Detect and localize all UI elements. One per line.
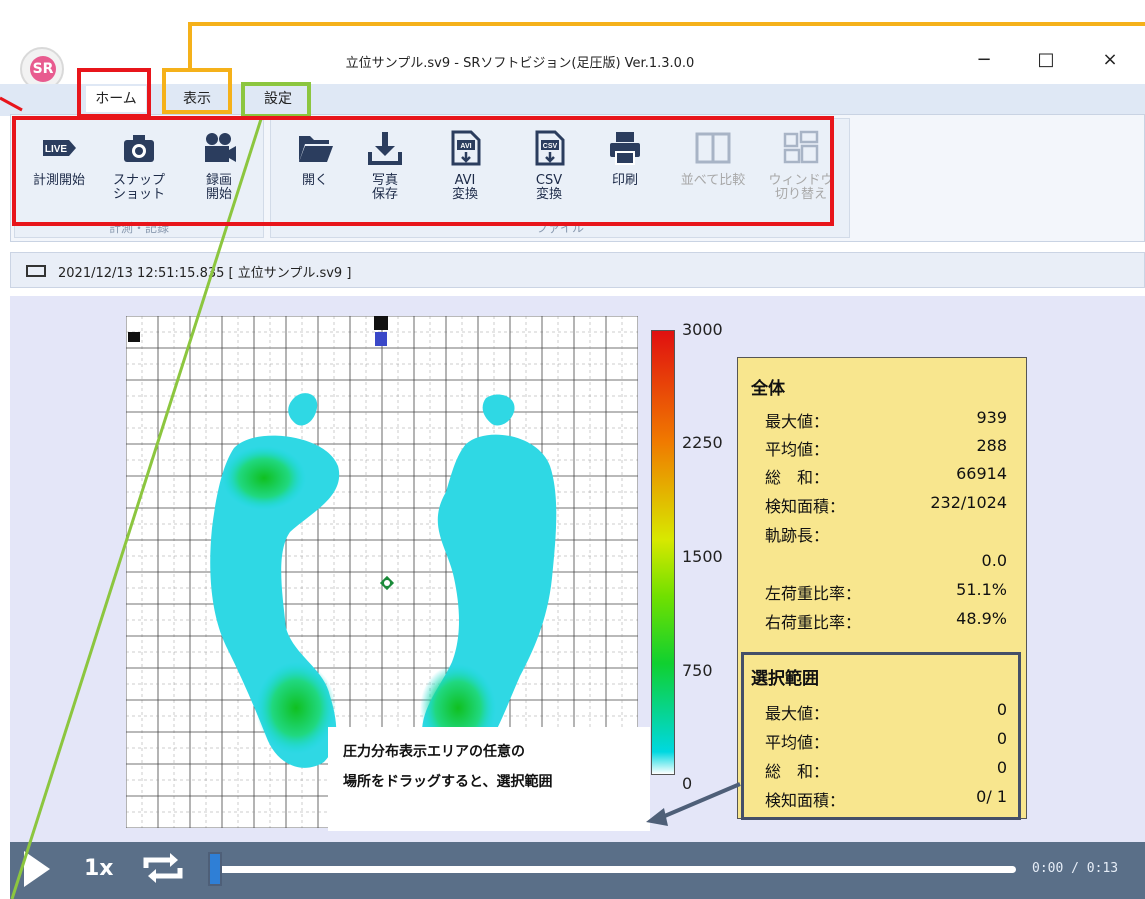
colorbar-750-label: 750 (682, 661, 713, 680)
close-button[interactable]: × (1090, 46, 1130, 74)
overall-avg-value: 288 (976, 436, 1007, 455)
left-heel-hotspot (256, 662, 336, 754)
callout-line-1: 圧力分布表示エリアの任意の (343, 744, 525, 760)
record-label: 録画 開始 (205, 173, 232, 202)
print-button[interactable]: 印刷 (590, 124, 660, 214)
overall-sum-label: 総 和： (765, 468, 830, 487)
window-switch-icon (781, 128, 821, 168)
overall-avg-label: 平均値： (765, 440, 830, 459)
playback-time: 0:00 / 0:13 (1032, 861, 1119, 876)
selection-area-label: 検知面積： (765, 791, 846, 810)
avi-file-icon: AVI (445, 128, 485, 168)
svg-text:CSV: CSV (543, 143, 558, 150)
overall-max-value: 939 (976, 408, 1007, 427)
save-photo-label: 写真 保存 (371, 173, 398, 202)
left-forefoot-hotspot (222, 446, 306, 510)
left-foot-contour (288, 393, 318, 426)
overall-area-label: 検知面積： (765, 497, 846, 516)
trajectory-value: 0.0 (981, 551, 1007, 570)
row-marker (128, 332, 140, 342)
left-load-label: 左荷重比率： (765, 584, 862, 603)
compare-button[interactable]: 並べて比較 (670, 124, 756, 214)
ribbon-group-record-label: 計測・記録 (108, 221, 169, 235)
speed-button[interactable]: 1x (84, 856, 114, 881)
csv-convert-label: CSV 変換 (535, 173, 563, 202)
maximize-button[interactable]: □ (1026, 46, 1066, 74)
selection-header: 選択範囲 (751, 669, 819, 689)
selection-avg-value: 0 (996, 729, 1007, 748)
avi-convert-label: AVI 変換 (451, 173, 478, 202)
left-load-value: 51.1% (956, 580, 1007, 599)
snapshot-label: スナップ ショット (112, 173, 165, 202)
start-measure-button[interactable]: LIVE 計測開始 (24, 124, 94, 214)
folder-icon (295, 128, 335, 168)
colorbar-min-label: 0 (682, 774, 693, 793)
loop-icon[interactable] (140, 848, 186, 892)
seek-thumb[interactable] (208, 852, 222, 886)
start-measure-label: 計測開始 (32, 173, 85, 188)
seek-track[interactable] (218, 866, 1016, 873)
csv-file-icon: CSV (529, 128, 569, 168)
open-button[interactable]: 開く (280, 124, 350, 214)
save-photo-button[interactable]: 写真 保存 (350, 124, 420, 214)
overall-area-value: 232/1024 (930, 493, 1007, 512)
window-switch-button[interactable]: ウィンドウ 切り替え (758, 124, 844, 214)
camera-icon (119, 128, 159, 168)
download-icon (365, 128, 405, 168)
selection-sum-value: 0 (996, 758, 1007, 777)
selection-max-value: 0 (996, 700, 1007, 719)
window-icon (26, 265, 46, 277)
open-label: 開く (301, 173, 328, 188)
live-icon: LIVE (39, 128, 79, 168)
compare-label: 並べて比較 (680, 173, 746, 188)
trajectory-label: 軌跡長： (765, 526, 830, 545)
record-button[interactable]: 録画 開始 (184, 124, 254, 214)
right-load-value: 48.9% (956, 609, 1007, 628)
ribbon-group-file-label: ファイル (535, 221, 584, 235)
selection-max-label: 最大値： (765, 704, 830, 723)
minimize-button[interactable]: − (964, 46, 1004, 74)
overall-max-label: 最大値： (765, 412, 830, 431)
colorbar-max-label: 3000 (682, 320, 723, 339)
tab-settings[interactable]: 設定 (252, 86, 304, 112)
tab-view[interactable]: 表示 (168, 86, 226, 112)
pressure-colorbar (651, 330, 675, 775)
window-title: 立位サンプル.sv9 - SRソフトビジョン(足圧版) Ver.1.3.0.0 (345, 56, 695, 71)
overall-header: 全体 (751, 379, 785, 399)
selection-area-value: 0/ 1 (976, 787, 1007, 806)
print-label: 印刷 (611, 173, 638, 188)
csv-convert-button[interactable]: CSV CSV 変換 (514, 124, 584, 214)
svg-text:AVI: AVI (460, 143, 471, 150)
compare-icon (693, 128, 733, 168)
right-load-label: 右荷重比率： (765, 613, 862, 632)
svg-text:LIVE: LIVE (45, 144, 68, 155)
snapshot-button[interactable]: スナップ ショット (104, 124, 174, 214)
selection-sum-label: 総 和： (765, 762, 830, 781)
colorbar-2250-label: 2250 (682, 433, 723, 452)
printer-icon (605, 128, 645, 168)
column-marker-selected (375, 332, 387, 346)
overall-sum-value: 66914 (956, 464, 1007, 483)
file-status-text: 2021/12/13 12:51:15.835 [ 立位サンプル.sv9 ] (58, 266, 352, 281)
tab-home[interactable]: ホーム (86, 86, 146, 112)
avi-convert-button[interactable]: AVI AVI 変換 (430, 124, 500, 214)
colorbar-1500-label: 1500 (682, 547, 723, 566)
play-icon[interactable] (22, 849, 52, 893)
column-marker (374, 316, 388, 330)
callout-line-2: 場所をドラッグすると、選択範囲 (343, 774, 553, 790)
window-switch-label: ウィンドウ 切り替え (768, 173, 834, 202)
selection-avg-label: 平均値： (765, 733, 830, 752)
video-camera-icon (199, 128, 239, 168)
